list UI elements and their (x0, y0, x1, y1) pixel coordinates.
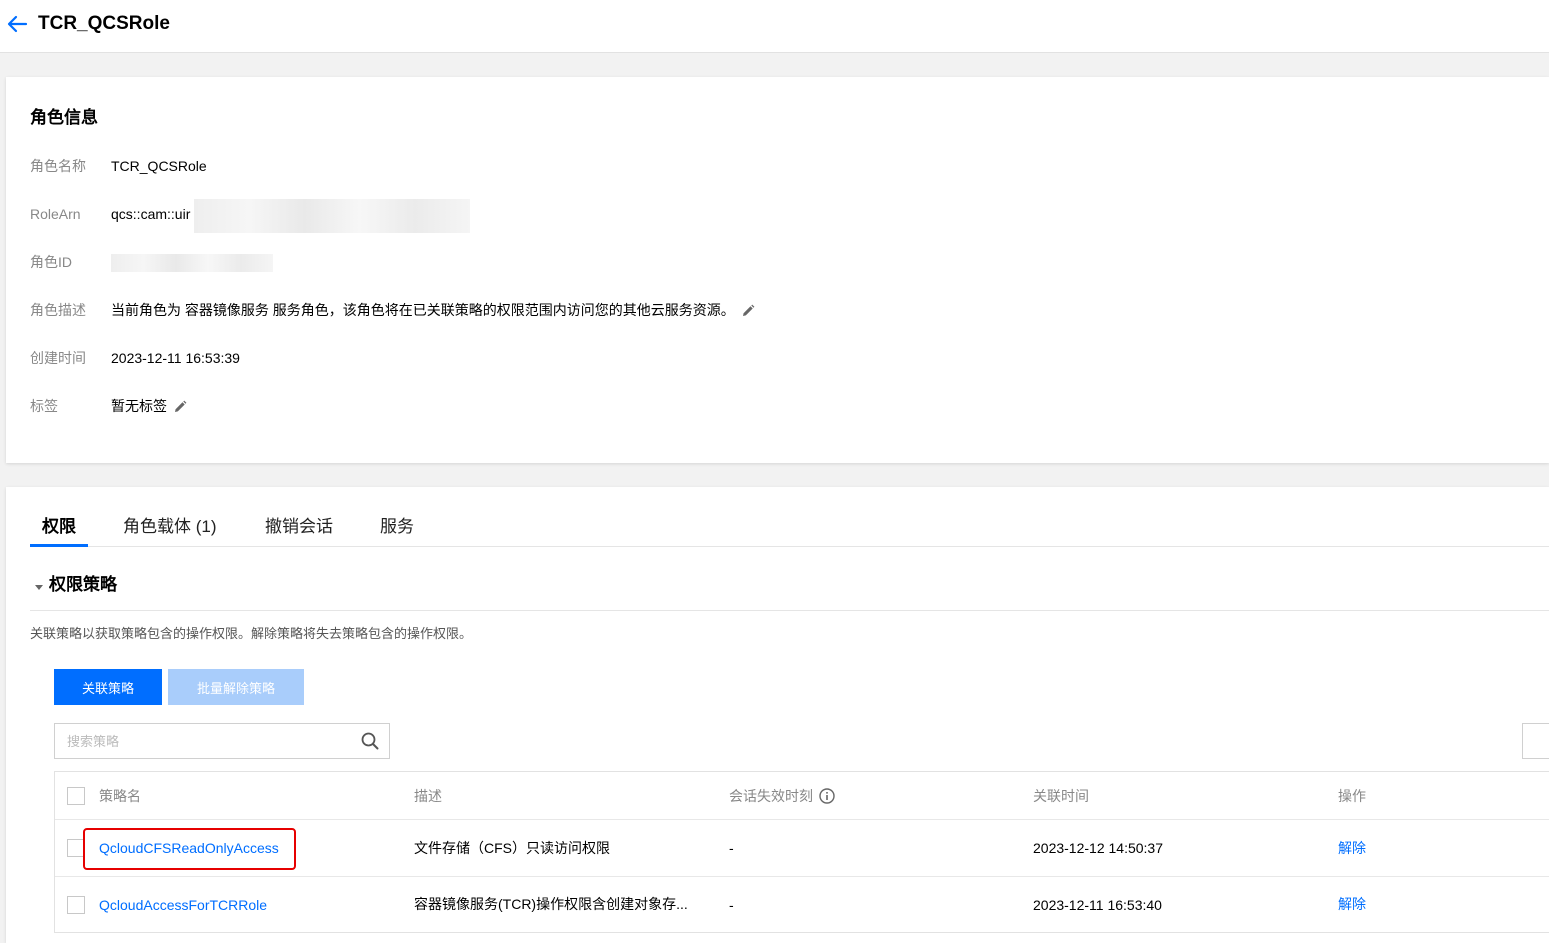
attach-policy-button[interactable]: 关联策略 (54, 669, 162, 705)
tab-revoke-session[interactable]: 撤销会话 (265, 513, 333, 541)
tab-service[interactable]: 服务 (380, 513, 414, 541)
tags-wrapper: 暂无标签 (111, 396, 187, 416)
info-circle-icon[interactable] (819, 788, 835, 804)
tab-bar: 权限 角色载体 (1) 撤销会话 服务 (30, 513, 1549, 547)
role-info-card: 角色信息 角色名称 TCR_QCSRole RoleArn qcs::cam::… (6, 77, 1549, 463)
created-time-value: 2023-12-11 16:53:39 (111, 350, 240, 366)
top-bar: TCR_QCSRole (0, 0, 1549, 53)
role-arn-value: qcs::cam::uir (111, 206, 191, 222)
column-header-session-expiry: 会话失效时刻 (729, 786, 835, 806)
session-expiry-header-label: 会话失效时刻 (729, 788, 813, 804)
policy-search-box (54, 723, 390, 759)
redacted-role-id (111, 254, 273, 272)
caret-down-icon[interactable] (34, 582, 44, 592)
annotation-highlight-box (83, 828, 296, 870)
column-header-policy-name: 策略名 (99, 788, 141, 804)
search-icon[interactable] (361, 732, 379, 750)
back-arrow-icon[interactable] (6, 14, 28, 34)
role-name-value: TCR_QCSRole (111, 158, 207, 174)
policy-section-header[interactable]: 权限策略 (30, 573, 1549, 611)
policy-description: 容器镜像服务(TCR)操作权限含创建对象存... (414, 896, 688, 912)
session-expiry-value: - (729, 897, 734, 913)
policy-name-link[interactable]: QcloudAccessForTCRRole (99, 895, 267, 915)
page-title: TCR_QCSRole (38, 13, 170, 34)
policy-hint-text: 关联策略以获取策略包含的操作权限。解除策略将失去策略包含的操作权限。 (30, 626, 473, 641)
role-description-label: 角色描述 (30, 302, 86, 318)
role-info-title: 角色信息 (30, 108, 98, 127)
attached-time-value: 2023-12-12 14:50:37 (1033, 840, 1163, 856)
policy-section-title: 权限策略 (49, 575, 117, 594)
session-expiry-value: - (729, 840, 734, 856)
role-description-value: 当前角色为 容器镜像服务 服务角色，该角色将在已关联策略的权限范围内访问您的其他… (111, 302, 735, 318)
role-description-wrapper: 当前角色为 容器镜像服务 服务角色，该角色将在已关联策略的权限范围内访问您的其他… (111, 300, 755, 320)
permissions-card: 权限 角色载体 (1) 撤销会话 服务 权限策略 关联策略以获取策略包含的操作权… (6, 487, 1549, 943)
created-time-label: 创建时间 (30, 350, 86, 366)
active-tab-indicator (30, 544, 88, 547)
tags-label: 标签 (30, 398, 58, 414)
table-settings-button[interactable] (1522, 723, 1549, 759)
row-checkbox[interactable] (67, 896, 85, 914)
batch-detach-policy-button[interactable]: 批量解除策略 (168, 669, 304, 705)
tab-permissions[interactable]: 权限 (42, 513, 76, 541)
redacted-arn (194, 199, 470, 233)
edit-tags-icon[interactable] (173, 400, 187, 414)
select-all-checkbox[interactable] (67, 787, 85, 805)
column-header-attached-time: 关联时间 (1033, 788, 1089, 804)
detach-policy-link[interactable]: 解除 (1338, 838, 1366, 858)
tags-value: 暂无标签 (111, 398, 167, 414)
table-row: QcloudAccessForTCRRole 容器镜像服务(TCR)操作权限含创… (55, 877, 1549, 933)
policy-description: 文件存储（CFS）只读访问权限 (414, 840, 610, 856)
attached-time-value: 2023-12-11 16:53:40 (1033, 897, 1162, 913)
role-name-label: 角色名称 (30, 158, 86, 174)
role-arn-label: RoleArn (30, 206, 81, 222)
column-header-description: 描述 (414, 788, 442, 804)
column-header-action: 操作 (1338, 788, 1366, 804)
role-id-label: 角色ID (30, 254, 72, 270)
tab-role-carrier[interactable]: 角色载体 (1) (123, 513, 217, 541)
detach-policy-link[interactable]: 解除 (1338, 894, 1366, 914)
edit-description-icon[interactable] (741, 304, 755, 318)
table-header-row: 策略名 描述 会话失效时刻 关联时间 操作 (55, 772, 1549, 820)
policy-search-input[interactable] (55, 724, 351, 758)
